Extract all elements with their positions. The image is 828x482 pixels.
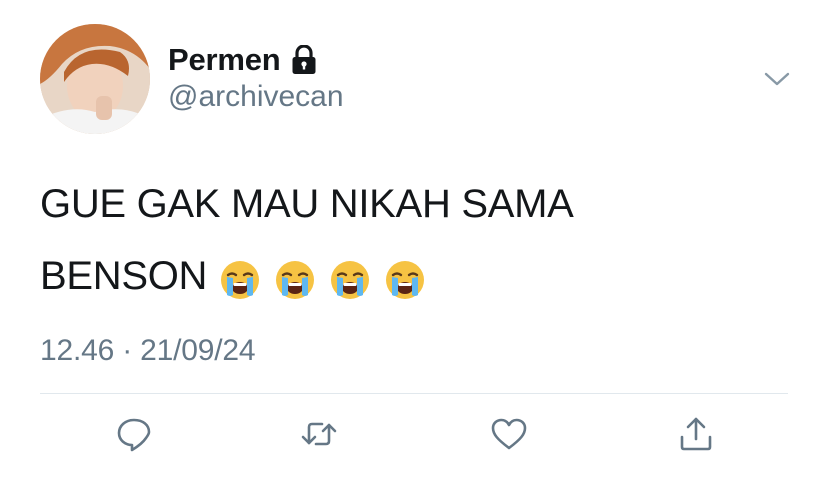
tweet-text: GUE GAK MAU NIKAH SAMA BENSON — [40, 168, 780, 312]
emoji-row — [219, 252, 426, 300]
divider — [40, 393, 788, 394]
loudly-crying-face-emoji — [274, 252, 316, 300]
avatar[interactable] — [40, 24, 150, 134]
share-icon — [680, 417, 712, 451]
heart-icon — [491, 418, 527, 450]
loudly-crying-face-emoji — [329, 252, 371, 300]
reply-button[interactable] — [112, 412, 156, 456]
display-name-row: Permen — [168, 40, 317, 80]
chevron-down-icon[interactable] — [762, 66, 792, 92]
action-bar — [0, 412, 828, 462]
loudly-crying-face-emoji — [219, 252, 261, 300]
tweet-card: Permen @archivecan GUE GAK MAU NIKAH SAM… — [0, 0, 828, 482]
display-name[interactable]: Permen — [168, 42, 281, 78]
like-button[interactable] — [487, 412, 531, 456]
reply-icon — [117, 418, 151, 452]
retweet-button[interactable] — [297, 412, 341, 456]
user-handle[interactable]: @archivecan — [168, 80, 344, 114]
share-button[interactable] — [674, 412, 718, 456]
tweet-timestamp[interactable]: 12.46 · 21/09/24 — [40, 334, 256, 368]
loudly-crying-face-emoji — [384, 252, 426, 300]
retweet-icon — [301, 422, 337, 446]
lock-icon — [291, 44, 317, 75]
